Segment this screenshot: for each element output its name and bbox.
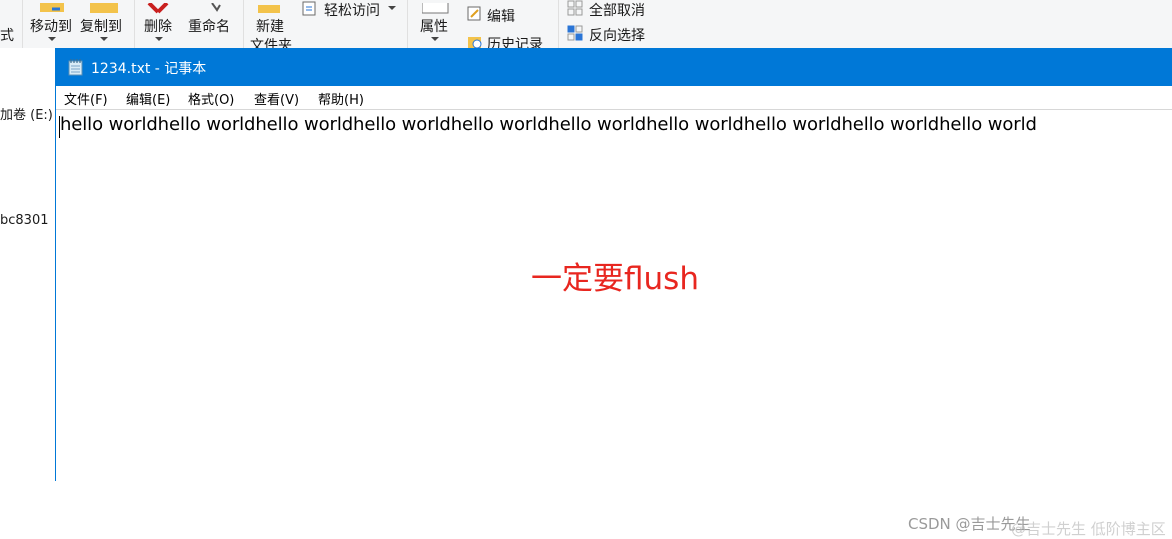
edit-button[interactable]: 编辑 [487,6,515,26]
menu-view[interactable]: 查看(V) [254,89,299,108]
move-to-button[interactable]: 移动到 [30,16,72,36]
ribbon-separator [134,0,135,48]
nav-item-bc8301[interactable]: bc8301 [0,213,48,228]
annotation-text: 一定要flush [531,261,699,297]
notepad-window-title: 1234.txt - 记事本 [91,61,207,77]
notepad-text-area[interactable]: hello worldhello worldhello worldhello w… [56,109,1172,538]
menu-help[interactable]: 帮助(H) [318,89,364,108]
ribbon-separator [22,0,23,48]
easy-access-icon[interactable] [302,1,320,21]
csdn-watermark-overlay: @吉士先生 低阶博主区 [1011,520,1166,538]
delete-button[interactable]: 删除 [144,16,172,36]
notepad-title-bar[interactable]: 1234.txt - 记事本 [56,48,1172,86]
invert-selection-button[interactable]: 反向选择 [589,25,645,45]
ribbon-format-label: 式 [0,28,14,44]
notepad-app-icon[interactable] [67,58,85,80]
new-folder-button-line2[interactable]: 文件夹 [250,35,292,48]
properties-dropdown-icon[interactable] [431,37,439,41]
notepad-menu-bar: 文件(F) 编辑(E) 格式(O) 查看(V) 帮助(H) [56,86,1172,108]
ribbon-separator [243,0,244,48]
delete-dropdown-icon[interactable] [155,37,163,41]
edit-icon[interactable] [467,6,483,26]
select-none-icon[interactable] [567,0,585,20]
easy-access-button[interactable]: 轻松访问 [324,0,380,20]
select-none-button[interactable]: 全部取消 [589,0,645,20]
explorer-ribbon: 式 移动到 复制到 删除 重命名 新建 文件夹 轻松访问 属性 编辑 历史记录 … [0,0,1172,49]
invert-selection-icon[interactable] [567,25,585,45]
drive-item-e[interactable]: 加卷 (E:) [0,104,53,123]
copy-to-dropdown-icon[interactable] [100,37,108,41]
easy-access-dropdown-icon[interactable] [388,6,396,10]
ribbon-separator [558,0,559,48]
move-to-dropdown-icon[interactable] [48,37,56,41]
menu-format[interactable]: 格式(O) [188,89,234,108]
ribbon-separator [407,0,408,48]
menu-edit[interactable]: 编辑(E) [126,89,170,108]
rename-button[interactable]: 重命名 [188,16,230,36]
menu-file[interactable]: 文件(F) [64,89,108,108]
notepad-content[interactable]: hello worldhello worldhello worldhello w… [60,114,1037,135]
notepad-window: 1234.txt - 记事本 文件(F) 编辑(E) 格式(O) 查看(V) 帮… [55,48,1172,538]
history-button[interactable]: 历史记录 [487,34,543,48]
copy-to-button[interactable]: 复制到 [80,16,122,36]
new-folder-button[interactable]: 新建 [256,16,284,36]
history-icon[interactable] [467,34,483,48]
explorer-navigation-pane: 加卷 (E:) bc8301 [0,48,56,481]
properties-button[interactable]: 属性 [420,16,448,36]
